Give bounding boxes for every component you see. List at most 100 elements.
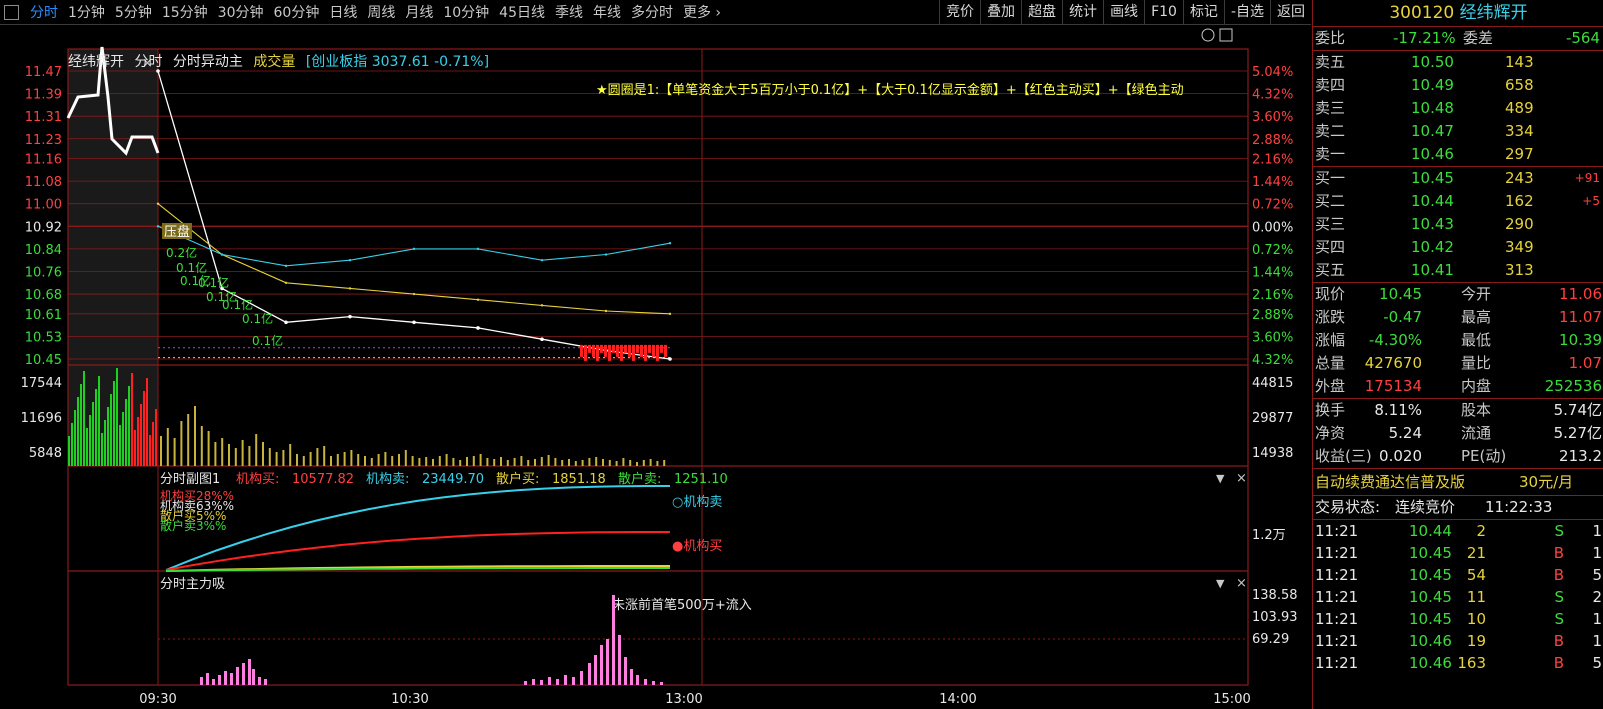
period-tab[interactable]: 月线: [400, 2, 438, 22]
volume-bar: [187, 414, 190, 466]
period-tab[interactable]: 30分钟: [213, 2, 269, 22]
toolbar-button[interactable]: 画线: [1103, 0, 1144, 24]
bid-price: 10.45: [1411, 169, 1454, 187]
sub1-item-value: 23449.70: [422, 472, 484, 487]
period-tab[interactable]: 季线: [550, 2, 588, 22]
volume-bar: [377, 454, 380, 466]
toolbar-button[interactable]: -自选: [1223, 0, 1270, 24]
period-tab[interactable]: 60分钟: [269, 2, 325, 22]
ask-level-label: 卖三: [1315, 99, 1346, 117]
tick-side: B: [1553, 544, 1564, 562]
fund-label: 换手: [1315, 401, 1346, 419]
tick-side: S: [1554, 610, 1564, 628]
pct-tick-label: 3.60%: [1252, 330, 1293, 345]
pct-tick-label: 2.16%: [1252, 153, 1293, 168]
tick-price: 10.45: [1409, 588, 1452, 606]
toolbar-button[interactable]: 标记: [1182, 0, 1224, 24]
series-point: [284, 264, 288, 268]
collapse-icon[interactable]: ▼: [1216, 577, 1225, 590]
period-tab[interactable]: 10分钟: [438, 2, 494, 22]
tick-price: 10.46: [1409, 632, 1452, 650]
tick-time: 11:21: [1315, 588, 1359, 606]
layout-icon[interactable]: [1219, 28, 1233, 42]
toolbar-button[interactable]: 叠加: [980, 0, 1021, 24]
weibi-row: 委比 -17.21% 委差 -564: [1313, 26, 1603, 50]
ad-text[interactable]: 自动续费通达信普及版: [1315, 469, 1465, 495]
inflow-bar: [618, 635, 621, 685]
trade-status-row: 交易状态: 连续竞价 11:22:33: [1313, 495, 1603, 519]
ad-row[interactable]: 自动续费通达信普及版 30元/月: [1313, 468, 1603, 495]
inflow-bar: [612, 595, 615, 685]
big-order-label: 0.1亿: [242, 311, 273, 326]
toolbar-button[interactable]: 超盘: [1021, 0, 1062, 24]
series-point: [412, 292, 416, 296]
trade-time: 11:22:33: [1485, 498, 1553, 516]
period-tab[interactable]: 分时: [25, 2, 63, 22]
toolbar-button[interactable]: 返回: [1270, 0, 1311, 24]
flow-bar: [592, 344, 595, 357]
bid-row: 买一 10.45 243 +91: [1313, 167, 1603, 190]
toolbar-button[interactable]: 竞价: [939, 0, 980, 24]
volume-bar: [568, 459, 570, 466]
volume-bar: [547, 455, 550, 466]
weibi-value: -17.21%: [1393, 29, 1456, 47]
period-tab[interactable]: 15分钟: [157, 2, 213, 22]
collapse-icon[interactable]: ▼: [1216, 472, 1225, 485]
bid-price: 10.43: [1411, 215, 1454, 233]
bid-level-label: 买三: [1315, 215, 1346, 233]
tab-fenshi-yidong[interactable]: 分时异动主: [173, 54, 243, 70]
stat-label: 量比: [1461, 354, 1492, 372]
volume-bar: [241, 440, 244, 466]
flow-bar: [652, 344, 655, 357]
stat-value: -0.47: [1383, 308, 1422, 326]
inflow-bar: [532, 679, 535, 685]
auction-volume-bar: [68, 436, 70, 466]
period-tab[interactable]: 周线: [362, 2, 400, 22]
period-tab[interactable]: 多分时: [626, 2, 678, 22]
ask-level-label: 卖二: [1315, 122, 1346, 140]
tick-time: 11:21: [1315, 610, 1359, 628]
close-icon[interactable]: ×: [1236, 471, 1247, 486]
volume-bar: [336, 454, 339, 466]
inflow-bar: [564, 675, 567, 685]
big-order-label: 0.1亿: [198, 275, 229, 290]
intraday-chart[interactable]: 11.47 5.04% 11.39 4.32% 11.31 3.60% 11.23 2.88%…: [0, 25, 1311, 709]
window-icon[interactable]: [4, 4, 19, 20]
fundamental-row: 收益(三) 0.020 PE(动) 213.2: [1313, 445, 1603, 468]
fund-label: 收益(三): [1315, 447, 1372, 465]
fund-label: PE(动): [1461, 447, 1507, 465]
volume-bar: [384, 452, 387, 466]
tick-list[interactable]: 11:21 10.44 2 S 1 11:21 10.45 21 B 1 11:21 10.45 54 B…: [1313, 519, 1603, 674]
tick-price: 10.45: [1409, 544, 1452, 562]
bid-volume: 243: [1505, 169, 1534, 187]
flow-bar: [580, 344, 583, 357]
pct-tick-label: 2.88%: [1252, 133, 1293, 148]
time-tick-label: 14:00: [939, 692, 976, 707]
sub1-pct-label: 散户卖3%%: [160, 518, 226, 533]
volume-bar: [302, 456, 305, 466]
period-tab[interactable]: 5分钟: [110, 2, 157, 22]
period-tab[interactable]: 1分钟: [63, 2, 110, 22]
series-point: [540, 304, 544, 307]
auction-volume-bar: [92, 402, 94, 466]
auction-volume-bar: [89, 415, 91, 466]
volume-bar: [500, 457, 502, 466]
tab-fenshi[interactable]: 分时: [134, 54, 162, 70]
toolbar-button[interactable]: 统计: [1062, 0, 1103, 24]
ad-price[interactable]: 30元/月: [1519, 469, 1573, 495]
volume-bar: [649, 459, 652, 466]
collapse-up-icon[interactable]: [1201, 28, 1215, 42]
price-tick-label: 11.39: [25, 88, 62, 103]
close-icon[interactable]: ×: [1236, 576, 1247, 591]
toolbar-button[interactable]: F10: [1144, 0, 1183, 24]
period-tab[interactable]: 年线: [588, 2, 626, 22]
inflow-bar: [636, 675, 639, 685]
period-tab[interactable]: 45日线: [494, 2, 550, 22]
series-point: [604, 253, 608, 256]
period-tab[interactable]: 日线: [324, 2, 362, 22]
period-tab[interactable]: 更多 ›: [678, 2, 726, 22]
tick-time: 11:21: [1315, 566, 1359, 584]
sub1-item-label: 机构卖:: [366, 472, 409, 487]
tick-price: 10.45: [1409, 610, 1452, 628]
weicha-value: -564: [1565, 29, 1600, 47]
